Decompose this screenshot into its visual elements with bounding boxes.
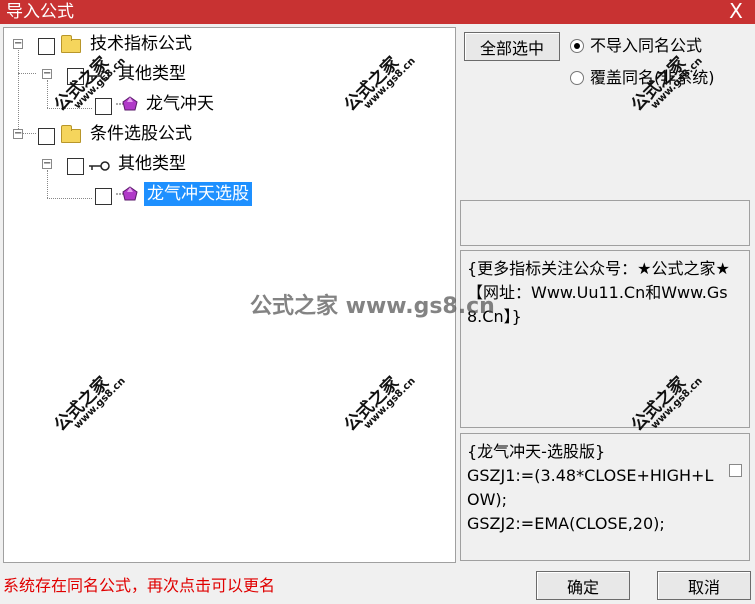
- cancel-button[interactable]: 取消: [657, 571, 751, 600]
- expander-group-1-child[interactable]: −: [42, 69, 52, 79]
- code-checkbox[interactable]: [729, 464, 742, 477]
- tree-connector: [18, 73, 36, 74]
- description-text: {更多指标关注公众号：★公式之家★【网址：Www.Uu11.Cn和Www.Gs8…: [467, 259, 730, 326]
- key-icon: [89, 71, 110, 81]
- formula-gem-icon: [116, 186, 138, 201]
- tree-item-group-2-child[interactable]: 其他类型: [118, 152, 186, 176]
- code-box[interactable]: {龙气冲天-选股版} GSZJ1:=(3.48*CLOSE+HIGH+LOW);…: [460, 433, 750, 561]
- select-all-button[interactable]: 全部选中: [464, 32, 560, 61]
- folder-icon: [61, 35, 81, 53]
- radio-overwrite[interactable]: 覆盖同名(非系统): [570, 67, 715, 89]
- radio-no-import-dot[interactable]: [570, 39, 584, 53]
- formula-tree[interactable]: − 技术指标公式 − 其他类型 龙气冲天 − 条件选股公式 − 其他类型 龙气冲…: [3, 27, 456, 563]
- checkbox-group-2-child[interactable]: [67, 158, 84, 175]
- radio-no-import[interactable]: 不导入同名公式: [570, 35, 702, 57]
- close-icon: X: [729, 0, 743, 23]
- title-bar: 导入公式 X: [0, 0, 755, 24]
- ok-button[interactable]: 确定: [536, 571, 630, 600]
- tree-item-group-1-child[interactable]: 其他类型: [118, 62, 186, 86]
- folder-icon: [61, 125, 81, 143]
- tree-item-leaf-2[interactable]: 龙气冲天选股: [144, 182, 252, 206]
- code-text: {龙气冲天-选股版} GSZJ1:=(3.48*CLOSE+HIGH+LOW);…: [467, 440, 719, 536]
- radio-overwrite-label: 覆盖同名(非系统): [590, 68, 715, 87]
- formula-gem-icon: [116, 96, 138, 111]
- tree-connector: [47, 170, 48, 198]
- checkbox-leaf-2[interactable]: [95, 188, 112, 205]
- radio-overwrite-dot[interactable]: [570, 71, 584, 85]
- tree-connector: [47, 80, 48, 108]
- expander-group-1[interactable]: −: [13, 39, 23, 49]
- checkbox-leaf-1[interactable]: [95, 98, 112, 115]
- tree-item-group-2[interactable]: 条件选股公式: [90, 122, 192, 146]
- key-icon: [89, 161, 110, 171]
- code-line: GSZJ1:=(3.48*CLOSE+HIGH+LOW);: [467, 466, 714, 509]
- code-line: {龙气冲天-选股版}: [467, 442, 606, 461]
- checkbox-group-1[interactable]: [38, 38, 55, 55]
- tree-connector: [47, 108, 92, 109]
- expander-group-2[interactable]: −: [13, 129, 23, 139]
- tree-connector: [47, 198, 92, 199]
- window-title: 导入公式: [6, 2, 74, 22]
- expander-group-2-child[interactable]: −: [42, 159, 52, 169]
- checkbox-group-2[interactable]: [38, 128, 55, 145]
- checkbox-group-1-child[interactable]: [67, 68, 84, 85]
- tree-item-group-1[interactable]: 技术指标公式: [90, 32, 192, 56]
- radio-no-import-label: 不导入同名公式: [590, 36, 703, 55]
- code-line: GSZJ2:=EMA(CLOSE,20);: [467, 514, 665, 533]
- tree-item-leaf-1[interactable]: 龙气冲天: [146, 92, 214, 116]
- status-message: 系统存在同名公式，再次点击可以更名: [3, 576, 276, 595]
- close-button[interactable]: X: [725, 0, 747, 24]
- rename-input[interactable]: [460, 200, 750, 246]
- tree-connector: [18, 50, 19, 135]
- description-box[interactable]: {更多指标关注公众号：★公式之家★【网址：Www.Uu11.Cn和Www.Gs8…: [460, 250, 750, 428]
